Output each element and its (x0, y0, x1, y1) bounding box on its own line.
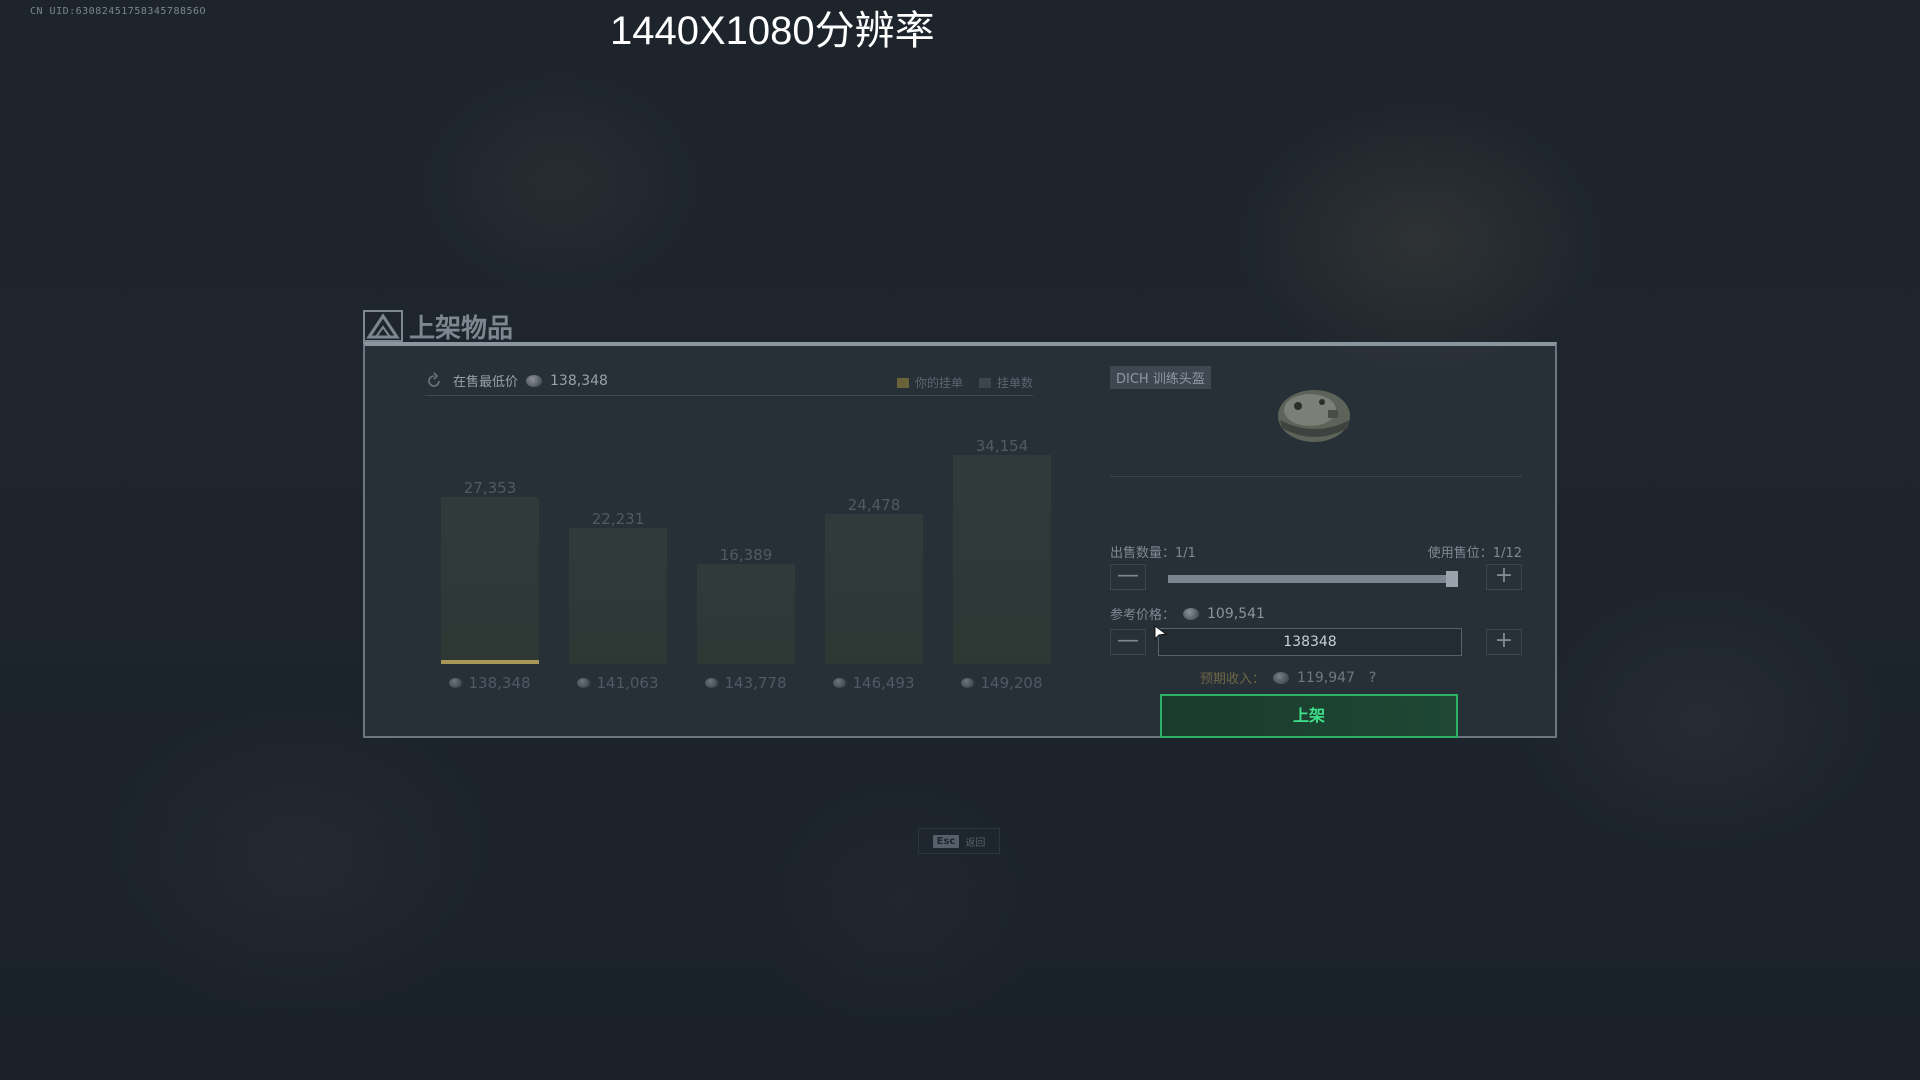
bar-quantity-label: 24,478 (847, 496, 901, 514)
bar-price-label: 149,208 (942, 674, 1062, 692)
bar-quantity-label: 34,154 (975, 437, 1029, 455)
currency-coin-icon (705, 678, 719, 688)
dialog-header: 上架物品 (363, 308, 513, 344)
currency-coin-icon (526, 374, 543, 387)
currency-coin-icon (961, 678, 975, 688)
price-bar[interactable] (697, 564, 795, 664)
reference-price-row: 参考价格： 109,541 (1110, 604, 1265, 624)
bar-quantity-label: 22,231 (591, 510, 645, 528)
bar-price-text: 149,208 (980, 674, 1043, 692)
mouse-cursor-icon (1154, 625, 1168, 641)
chart-legend: 你的挂单 挂单数 (896, 374, 1033, 391)
dialog-title: 上架物品 (409, 313, 514, 344)
price-bar[interactable] (953, 455, 1051, 664)
legend-item-my-listing: 你的挂单 (896, 374, 963, 391)
esc-key-badge: Esc (932, 834, 960, 848)
game-logo-icon (363, 310, 403, 342)
legend-swatch-my-listing (896, 377, 909, 388)
price-bar[interactable] (825, 514, 923, 664)
expected-income-value: 119,947 (1297, 669, 1355, 686)
expected-income-label: 预期收入： (1200, 672, 1266, 687)
listing-settings-panel: DICH 训练头盔 出售数量：1/1 使用售位：1/12 — + 参考价格： 1… (1110, 366, 1522, 738)
lowest-price-label: 在售最低价 (453, 375, 519, 390)
price-minus-button[interactable]: — (1110, 629, 1146, 655)
chart-header: 在售最低价 138,348 你的挂单 挂单数 (425, 366, 1033, 396)
legend-swatch-listing-count (978, 377, 991, 388)
currency-coin-icon (1273, 671, 1290, 684)
currency-coin-icon (449, 678, 463, 688)
item-divider (1110, 476, 1522, 477)
price-bar-chart: 27,353 138,348 22,231 141,063 16,389 143,778 2… (425, 406, 1051, 706)
bar-quantity-label: 27,353 (463, 479, 517, 497)
price-input[interactable] (1158, 628, 1462, 656)
bar-price-label: 138,348 (430, 674, 550, 692)
my-listing-marker (441, 660, 539, 664)
lowest-price-value: 138,348 (550, 372, 608, 389)
listing-slot-label: 使用售位：1/12 (1427, 546, 1522, 561)
bar-price-label: 141,063 (558, 674, 678, 692)
quantity-plus-button[interactable]: + (1486, 564, 1522, 590)
price-plus-button[interactable]: + (1486, 629, 1522, 655)
esc-hint-label: 返回 (965, 837, 986, 849)
price-bar[interactable] (441, 497, 539, 664)
list-item-dialog: 在售最低价 138,348 你的挂单 挂单数 27,353 138,348 22,2… (363, 342, 1557, 738)
legend-label-listing-count: 挂单数 (996, 376, 1033, 390)
item-name-tag: DICH 训练头盔 (1110, 366, 1211, 389)
bar-price-text: 143,778 (724, 674, 787, 692)
reference-price-label: 参考价格： (1110, 608, 1176, 623)
bar-price-label: 146,493 (814, 674, 934, 692)
quantity-slider-fill (1168, 575, 1458, 583)
legend-label-my-listing: 你的挂单 (914, 376, 963, 390)
bar-price-text: 138,348 (468, 674, 531, 692)
esc-hint[interactable]: Esc 返回 (918, 828, 1000, 854)
list-for-sale-button[interactable]: 上架 (1160, 694, 1458, 738)
currency-coin-icon (833, 678, 847, 688)
currency-coin-icon (1183, 607, 1200, 620)
expected-income-row: 预期收入： 119,947 ? (1200, 668, 1460, 688)
price-bar[interactable] (569, 528, 667, 664)
help-icon[interactable]: ? (1369, 670, 1376, 686)
bar-price-text: 146,493 (852, 674, 915, 692)
uid-label: CN UID:6308245175834578856O (30, 6, 207, 17)
legend-item-listing-count: 挂单数 (978, 374, 1033, 391)
bar-price-label: 143,778 (686, 674, 806, 692)
resolution-caption: 1440X1080分辨率 (610, 9, 935, 53)
currency-coin-icon (577, 678, 591, 688)
bar-price-text: 141,063 (596, 674, 659, 692)
refresh-icon[interactable] (425, 371, 443, 390)
quantity-minus-button[interactable]: — (1110, 564, 1146, 590)
quantity-slider[interactable] (1168, 571, 1458, 587)
quantity-slider-thumb[interactable] (1446, 571, 1458, 587)
reference-price-value: 109,541 (1207, 605, 1265, 622)
helmet-icon (1278, 390, 1350, 442)
bar-quantity-label: 16,389 (719, 546, 773, 564)
price-distribution-panel: 在售最低价 138,348 你的挂单 挂单数 27,353 138,348 22,2… (425, 366, 1051, 726)
sale-quantity-label: 出售数量：1/1 (1110, 546, 1196, 561)
